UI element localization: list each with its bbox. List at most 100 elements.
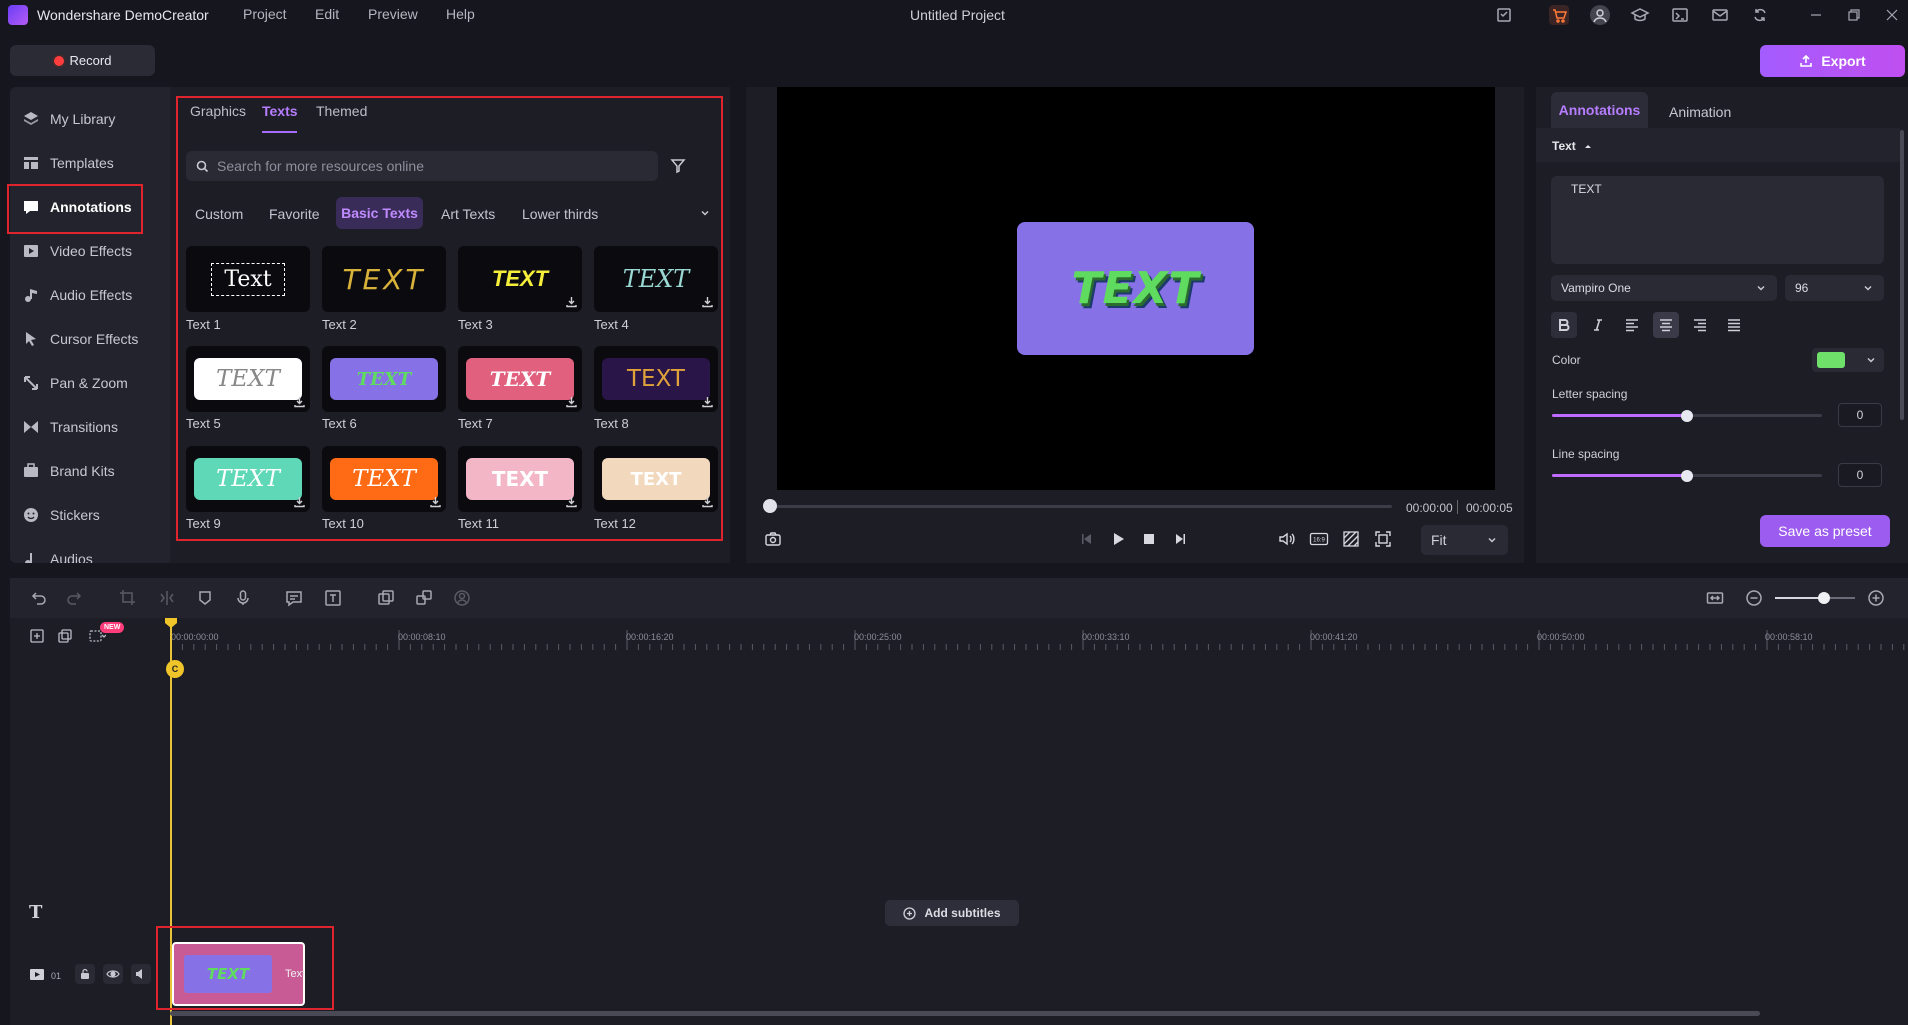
account-icon[interactable] [1590, 5, 1610, 25]
sidebar-item-video-effects[interactable]: Video Effects [10, 231, 170, 271]
tab-texts[interactable]: Texts [262, 103, 298, 119]
font-family-select[interactable]: Vampiro One [1551, 275, 1777, 301]
mail-icon[interactable] [1710, 5, 1730, 25]
category-favorite[interactable]: Favorite [269, 206, 320, 222]
marker-icon[interactable] [196, 589, 214, 607]
sidebar-item-stickers[interactable]: Stickers [10, 495, 170, 535]
text-template-card[interactable]: TEXT [458, 246, 582, 312]
redo-icon[interactable] [66, 589, 84, 607]
mute-track-icon[interactable] [131, 964, 151, 984]
sidebar-item-transitions[interactable]: Transitions [10, 407, 170, 447]
menu-project[interactable]: Project [243, 6, 287, 22]
text-template-card[interactable]: TEXT [186, 446, 310, 512]
text-template-card[interactable]: TEXT [322, 346, 446, 412]
align-center-icon[interactable] [1653, 312, 1679, 338]
text-content-input[interactable]: TEXT [1551, 176, 1884, 264]
save-as-preset-button[interactable]: Save as preset [1760, 515, 1890, 547]
tab-annotations[interactable]: Annotations [1551, 92, 1648, 128]
fullscreen-icon[interactable] [1373, 529, 1393, 549]
align-right-icon[interactable] [1687, 312, 1713, 338]
chevron-down-icon[interactable] [699, 207, 711, 219]
download-icon[interactable] [565, 395, 578, 408]
timeline-zoom-handle[interactable] [1818, 592, 1830, 604]
visibility-icon[interactable] [103, 964, 123, 984]
category-art-texts[interactable]: Art Texts [441, 206, 495, 222]
sidebar-item-templates[interactable]: Templates [10, 143, 170, 183]
avatar-icon[interactable] [453, 589, 471, 607]
text-template-card[interactable]: TEXT [594, 446, 718, 512]
playhead-top-icon[interactable] [165, 618, 177, 628]
record-button[interactable]: Record [10, 45, 155, 76]
add-subtitles-button[interactable]: Add subtitles [885, 900, 1019, 926]
category-custom[interactable]: Custom [195, 206, 243, 222]
letter-spacing-input[interactable]: 0 [1838, 403, 1882, 427]
text-box-icon[interactable] [324, 589, 342, 607]
undo-icon[interactable] [29, 589, 47, 607]
zoom-in-icon[interactable] [1867, 589, 1885, 607]
cart-icon[interactable] [1549, 5, 1569, 25]
download-icon[interactable] [701, 295, 714, 308]
menu-preview[interactable]: Preview [368, 6, 418, 22]
preview-text-object[interactable]: TEXT [1017, 222, 1254, 355]
download-icon[interactable] [293, 395, 306, 408]
crop-icon[interactable] [119, 589, 137, 607]
lock-track-icon[interactable] [75, 964, 95, 984]
italic-icon[interactable] [1585, 312, 1611, 338]
scrubber-handle[interactable] [763, 499, 777, 513]
download-icon[interactable] [565, 495, 578, 508]
aspect-ratio-icon[interactable]: 16:9 [1309, 529, 1329, 549]
text-template-card[interactable]: TEXT [186, 346, 310, 412]
text-template-card[interactable]: TEXT [458, 446, 582, 512]
download-icon[interactable] [565, 295, 578, 308]
snapshot-icon[interactable] [763, 529, 783, 549]
zoom-out-icon[interactable] [1745, 589, 1763, 607]
download-icon[interactable] [293, 495, 306, 508]
feedback-icon[interactable] [1670, 5, 1690, 25]
download-icon[interactable] [701, 495, 714, 508]
align-justify-icon[interactable] [1721, 312, 1747, 338]
text-template-card[interactable]: TEXT [322, 446, 446, 512]
next-frame-icon[interactable] [1170, 529, 1190, 549]
sidebar-item-audio-effects[interactable]: Audio Effects [10, 275, 170, 315]
close-icon[interactable] [1882, 5, 1902, 25]
bold-icon[interactable] [1551, 312, 1577, 338]
category-basic-texts[interactable]: Basic Texts [336, 197, 423, 229]
restore-icon[interactable] [1844, 5, 1864, 25]
split-icon[interactable] [158, 589, 176, 607]
menu-help[interactable]: Help [446, 6, 475, 22]
line-spacing-input[interactable]: 0 [1838, 463, 1882, 487]
ungroup-icon[interactable] [415, 589, 433, 607]
sidebar-item-cursor-effects[interactable]: Cursor Effects [10, 319, 170, 359]
playhead-marker[interactable]: C [166, 660, 184, 678]
safe-zone-icon[interactable] [1341, 529, 1361, 549]
export-button[interactable]: Export [1760, 45, 1905, 77]
zoom-select[interactable]: Fit [1421, 525, 1508, 555]
minimize-icon[interactable] [1806, 5, 1826, 25]
tab-animation[interactable]: Animation [1669, 104, 1731, 120]
timeline-scrollbar[interactable] [170, 1011, 1760, 1016]
sidebar-item-brand-kits[interactable]: Brand Kits [10, 451, 170, 491]
text-template-card[interactable]: TEXT [594, 246, 718, 312]
letter-spacing-handle[interactable] [1681, 410, 1693, 422]
volume-icon[interactable] [1277, 529, 1297, 549]
add-track-icon[interactable] [29, 628, 45, 644]
category-lower-thirds[interactable]: Lower thirds [522, 206, 598, 222]
stop-icon[interactable] [1139, 529, 1159, 549]
fit-timeline-icon[interactable] [1706, 589, 1724, 607]
text-template-card[interactable]: TEXT [322, 246, 446, 312]
search-input[interactable]: Search for more resources online [217, 158, 424, 174]
sync-icon[interactable] [1750, 5, 1770, 25]
font-size-select[interactable]: 96 [1785, 275, 1884, 301]
tab-themed[interactable]: Themed [316, 103, 367, 119]
download-icon[interactable] [701, 395, 714, 408]
menu-edit[interactable]: Edit [315, 6, 339, 22]
download-icon[interactable] [429, 495, 442, 508]
sidebar-item-annotations[interactable]: Annotations [10, 187, 170, 227]
tab-graphics[interactable]: Graphics [190, 103, 246, 119]
play-icon[interactable] [1108, 529, 1128, 549]
line-spacing-handle[interactable] [1681, 470, 1693, 482]
group-icon[interactable] [377, 589, 395, 607]
sidebar-item-my-library[interactable]: My Library [10, 99, 170, 139]
filter-icon[interactable] [669, 157, 687, 175]
caption-icon[interactable] [285, 589, 303, 607]
